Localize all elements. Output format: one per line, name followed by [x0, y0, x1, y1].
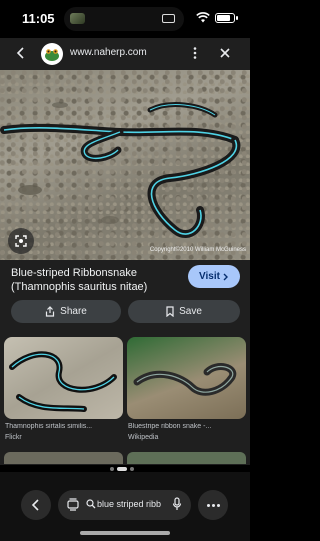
tabs-icon[interactable] [67, 498, 79, 511]
search-icon [86, 499, 96, 509]
bookmark-icon [166, 306, 174, 317]
toolbar-back-button[interactable] [21, 490, 51, 520]
close-icon[interactable] [218, 46, 232, 60]
share-icon [46, 306, 55, 317]
related-image-1[interactable] [4, 337, 123, 419]
home-indicator[interactable] [80, 531, 170, 535]
related-source-1: Flickr [5, 434, 22, 441]
media-thumbnail-icon [70, 13, 85, 24]
dynamic-island [64, 7, 184, 31]
save-label: Save [179, 306, 202, 317]
snake-photo[interactable] [0, 70, 250, 260]
status-bar: 11:05 [0, 0, 250, 38]
related-source-2: Wikipedia [128, 434, 159, 441]
more-dot-icon [211, 503, 215, 507]
battery-level [217, 15, 230, 21]
site-url[interactable]: www.naherp.com [70, 47, 147, 58]
status-time: 11:05 [22, 11, 55, 26]
save-button[interactable]: Save [128, 300, 240, 323]
copyright-text: Copyright©2010 William McGuiness [149, 247, 246, 253]
related-image-3[interactable] [4, 452, 123, 464]
mic-icon[interactable] [172, 497, 182, 511]
wifi-icon [196, 12, 210, 23]
battery-icon [215, 13, 235, 23]
more-dot-icon [216, 503, 220, 507]
share-label: Share [60, 306, 87, 317]
lens-header: www.naherp.com [0, 38, 250, 70]
snake-thumbnail-1 [9, 351, 117, 412]
more-vert-icon[interactable] [191, 46, 199, 60]
page-dot [130, 467, 134, 471]
snake-illustration [0, 102, 241, 238]
tv-icon [162, 14, 175, 23]
visit-label: Visit [199, 271, 220, 282]
back-arrow-icon[interactable] [14, 46, 28, 60]
related-caption-1[interactable]: Thamnophis sirtalis similis... [5, 423, 121, 430]
more-options-button[interactable] [198, 490, 228, 520]
search-query[interactable]: blue striped ribbo [97, 499, 161, 509]
chevron-right-icon [223, 273, 228, 280]
chevron-left-icon [31, 499, 39, 511]
related-image-4[interactable] [127, 452, 246, 464]
more-dot-icon [206, 503, 210, 507]
visit-button[interactable]: Visit [188, 265, 240, 288]
lens-search-icon[interactable] [8, 228, 34, 254]
page-dot [117, 467, 127, 471]
share-button[interactable]: Share [11, 300, 121, 323]
page-dot [110, 467, 114, 471]
result-title: Blue-striped Ribbonsnake (Thamnophis sau… [11, 267, 148, 293]
battery-tip [236, 16, 238, 20]
page-indicator [110, 467, 134, 471]
related-image-2[interactable] [127, 337, 246, 419]
site-logo [41, 43, 63, 65]
snake-thumbnail-2 [133, 363, 237, 396]
frog-logo-icon [45, 49, 59, 61]
related-caption-2[interactable]: Bluestripe ribbon snake -... [128, 423, 244, 430]
